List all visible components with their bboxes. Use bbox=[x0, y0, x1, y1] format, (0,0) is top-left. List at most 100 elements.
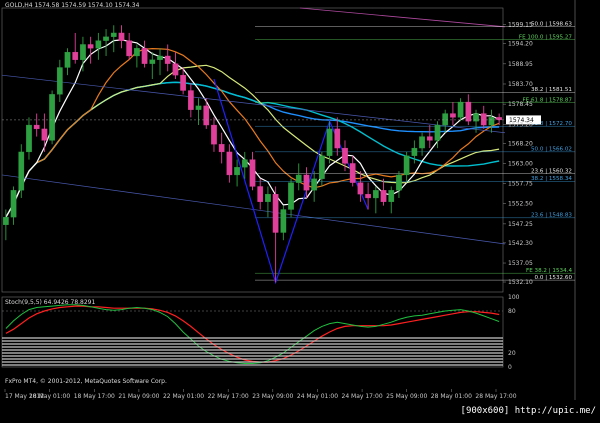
candle-body-27 bbox=[211, 124, 217, 145]
level-label-0: 50.0 | 1598.63 bbox=[531, 21, 572, 27]
candle-body-54 bbox=[419, 136, 425, 149]
price-tick-0: 1599.15 bbox=[508, 22, 533, 29]
time-label-9: 25 May 09:00 bbox=[386, 393, 427, 400]
candle-body-63 bbox=[488, 117, 495, 126]
candle-body-58 bbox=[450, 113, 456, 118]
candle-body-11 bbox=[87, 44, 94, 49]
ma-orange-line bbox=[5, 47, 500, 218]
price-tick-5: 1573.20 bbox=[508, 121, 533, 128]
candle-body-53 bbox=[411, 147, 418, 156]
price-tick-10: 1547.25 bbox=[508, 221, 533, 228]
candle-body-8 bbox=[64, 51, 71, 68]
candle-body-45 bbox=[349, 163, 356, 183]
level-label-10: 0.0 | 1532.60 bbox=[535, 275, 573, 281]
price-tick-13: 1532.10 bbox=[508, 279, 533, 286]
candle-body-62 bbox=[480, 113, 487, 126]
candle-body-38 bbox=[295, 174, 302, 183]
time-label-2: 18 May 17:00 bbox=[74, 393, 115, 400]
stoch-tick-2: 20 bbox=[508, 350, 516, 357]
price-tick-9: 1552.50 bbox=[508, 201, 533, 208]
candle-body-10 bbox=[80, 44, 86, 60]
price-tick-7: 1563.00 bbox=[508, 160, 533, 167]
candle-body-49 bbox=[380, 190, 387, 202]
candle-body-44 bbox=[342, 147, 348, 164]
chart-area: 50.0 | 1598.63 FE 100.0 | 1595.27 38.2 | 1… bbox=[0, 0, 600, 419]
ma-yellow-line bbox=[5, 64, 500, 218]
upper-trendline bbox=[1, 74, 506, 134]
candle-body-17 bbox=[134, 48, 140, 57]
time-label-1: 18 May 01:00 bbox=[29, 393, 70, 400]
candle-body-51 bbox=[396, 174, 402, 191]
candle-body-60 bbox=[465, 101, 472, 122]
watermark: [900x600] http://upic.me/ bbox=[458, 405, 598, 417]
candle-body-46 bbox=[357, 182, 364, 195]
candle-body-5 bbox=[41, 128, 48, 141]
candle-body-12 bbox=[95, 40, 102, 49]
candle-body-18 bbox=[141, 48, 148, 64]
candle-body-57 bbox=[442, 113, 449, 126]
candle-body-0 bbox=[3, 217, 9, 225]
candle-body-43 bbox=[334, 128, 341, 149]
level-label-8: 23.6 | 1548.83 bbox=[531, 213, 572, 219]
level-label-7: 38.2 | 1558.34 bbox=[531, 176, 572, 182]
candle-body-28 bbox=[218, 144, 225, 153]
candle-body-22 bbox=[172, 63, 179, 76]
candle-body-36 bbox=[280, 209, 287, 233]
candle-body-14 bbox=[110, 32, 117, 37]
time-label-4: 22 May 01:00 bbox=[163, 393, 204, 400]
candle-body-50 bbox=[388, 190, 395, 202]
candle-body-59 bbox=[457, 101, 464, 118]
candle-body-52 bbox=[403, 155, 410, 176]
candle-body-21 bbox=[164, 55, 171, 64]
candle-body-40 bbox=[311, 178, 318, 191]
price-chart-svg: 50.0 | 1598.63 FE 100.0 | 1595.27 38.2 | 1… bbox=[1, 0, 576, 400]
candle-body-41 bbox=[319, 155, 325, 179]
copyright-text: FxPro MT4, © 2001-2012, MetaQuotes Softw… bbox=[5, 378, 167, 385]
candle-body-48 bbox=[372, 190, 379, 199]
candle-body-13 bbox=[103, 36, 109, 41]
candle-body-9 bbox=[72, 51, 79, 60]
candle-body-31 bbox=[241, 159, 248, 168]
level-label-1: FE 100.0 | 1595.27 bbox=[519, 34, 573, 40]
time-label-3: 21 May 09:00 bbox=[118, 393, 159, 400]
candle-body-64 bbox=[496, 117, 502, 121]
candle-body-24 bbox=[187, 90, 194, 110]
time-label-10: 28 May 01:00 bbox=[431, 393, 472, 400]
price-tick-2: 1588.95 bbox=[508, 61, 533, 68]
level-label-9: FE 38.2 | 1534.4 bbox=[526, 268, 572, 274]
stoch-label: Stoch(9,5,5) 64.9426 78.8291 bbox=[5, 299, 96, 306]
level-label-6: 23.6 | 1560.32 bbox=[531, 169, 572, 175]
candle-body-33 bbox=[257, 186, 264, 202]
candle-body-4 bbox=[33, 124, 40, 130]
candle-body-6 bbox=[49, 94, 55, 141]
price-tick-4: 1578.45 bbox=[508, 101, 533, 108]
stoch-tick-0: 100 bbox=[508, 294, 520, 301]
candle-body-32 bbox=[249, 159, 256, 187]
stoch-k-line bbox=[5, 304, 500, 364]
candle-body-23 bbox=[180, 75, 186, 91]
candle-body-42 bbox=[326, 128, 333, 156]
level-label-5: 50.0 | 1566.02 bbox=[531, 147, 572, 153]
candle-body-56 bbox=[434, 124, 441, 141]
candle-body-15 bbox=[118, 32, 125, 41]
time-label-8: 24 May 17:00 bbox=[342, 393, 383, 400]
time-label-11: 28 May 17:00 bbox=[475, 393, 516, 400]
candle-body-2 bbox=[18, 151, 25, 191]
candle-body-39 bbox=[303, 174, 310, 191]
candle-body-34 bbox=[265, 193, 271, 202]
candle-body-30 bbox=[234, 167, 240, 176]
magenta-trendline bbox=[299, 7, 506, 28]
candle-body-37 bbox=[288, 182, 294, 210]
time-label-5: 22 May 17:00 bbox=[208, 393, 249, 400]
price-tick-3: 1583.70 bbox=[508, 81, 533, 88]
candle-body-35 bbox=[272, 193, 279, 233]
candle-body-55 bbox=[426, 136, 433, 141]
price-tick-11: 1542.30 bbox=[508, 240, 533, 247]
candle-body-1 bbox=[10, 190, 17, 218]
time-label-7: 24 May 01:00 bbox=[297, 393, 338, 400]
stoch-tick-1: 80 bbox=[508, 308, 516, 315]
price-tick-8: 1557.75 bbox=[508, 181, 533, 188]
level-label-2: 38.2 | 1581.51 bbox=[531, 87, 572, 93]
chart-header: GOLD,H4 1574.58 1574.59 1574.10 1574.34 bbox=[5, 2, 140, 9]
candle-body-7 bbox=[56, 67, 63, 95]
